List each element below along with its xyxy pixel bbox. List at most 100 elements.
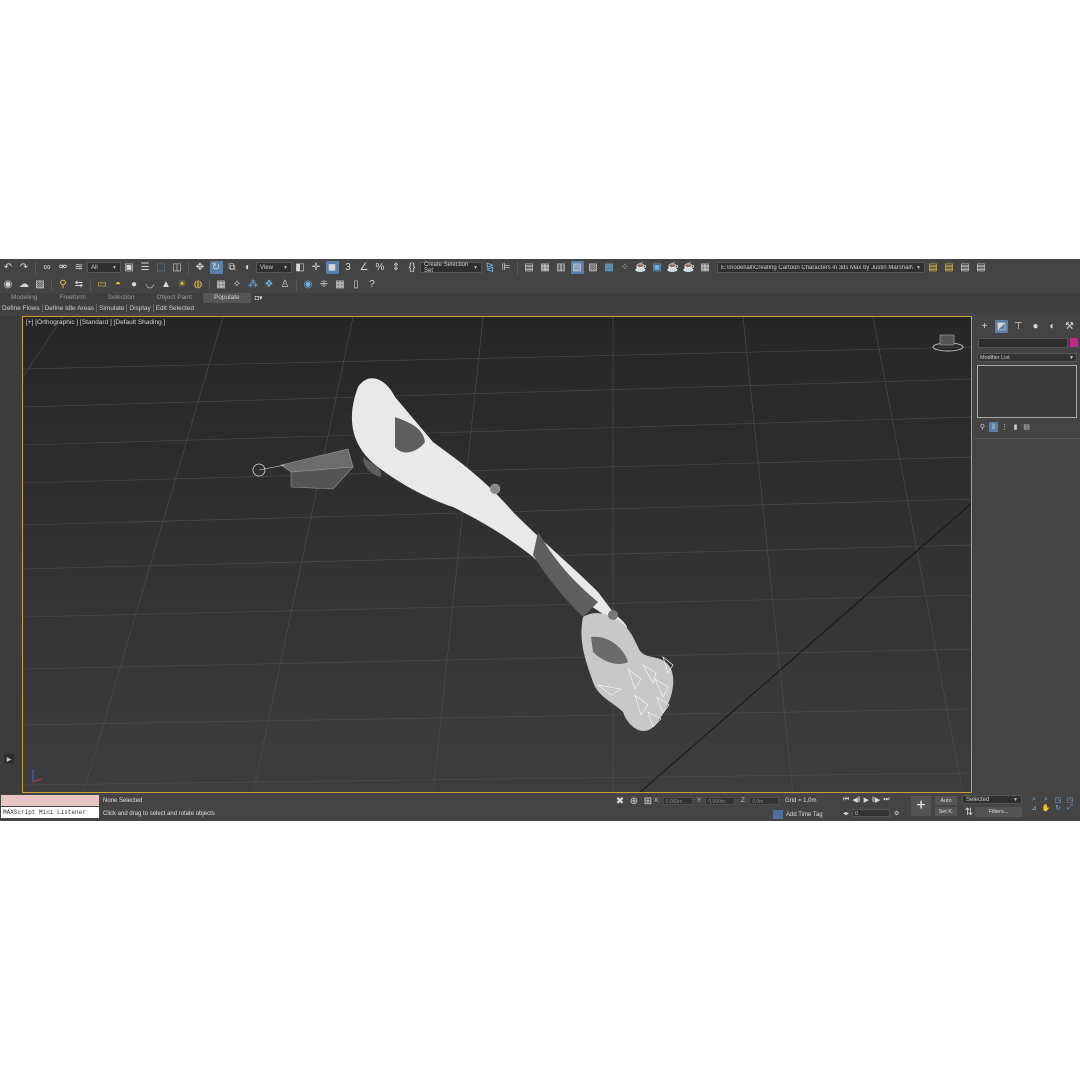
modifier-list-dropdown[interactable]: Modifier List ▼ [977, 353, 1077, 362]
display-tab-icon[interactable]: ◐ [1046, 320, 1059, 333]
window-crossing-icon[interactable]: ◫ [171, 261, 184, 274]
viewport-eye-icon[interactable]: ◉ [2, 278, 15, 291]
layer-explorer-icon[interactable]: ▦ [539, 261, 552, 274]
zoom-all-icon[interactable]: ⌕ [1040, 796, 1052, 804]
open-project-icon[interactable]: ▤ [927, 261, 940, 274]
expand-layout-icon[interactable]: ▶ [4, 754, 14, 764]
dynamics-icon[interactable]: ❖ [263, 278, 276, 291]
layers-icon[interactable]: ▦ [334, 278, 347, 291]
mirror-icon[interactable]: ⧎ [484, 261, 497, 274]
selection-lock-icon[interactable]: ⊕ [628, 795, 641, 808]
environment-icon[interactable]: ◍ [192, 278, 205, 291]
hemisphere-icon[interactable]: ◓ [112, 278, 125, 291]
place-icon[interactable]: ◐ [242, 261, 255, 274]
modify-tab-icon[interactable]: ◩ [995, 320, 1008, 333]
align-icon[interactable]: ⊫ [500, 261, 513, 274]
filters-button[interactable]: Filters... [975, 807, 1022, 817]
select-move-icon[interactable]: ✥ [194, 261, 207, 274]
redo-icon[interactable]: ↷ [18, 261, 31, 274]
scene-explorer-icon[interactable]: ▤ [523, 261, 536, 274]
remove-modifier-icon[interactable]: ▮ [1011, 422, 1020, 432]
unlink-icon[interactable]: ⚮ [57, 261, 70, 274]
field-of-view-icon[interactable]: ⊿ [1028, 804, 1040, 812]
tab-modeling[interactable]: Modeling [0, 293, 48, 303]
configure-sets-icon[interactable]: ▤ [1022, 422, 1031, 432]
key-filters-icon[interactable]: ⇅ [963, 806, 976, 819]
motion-tab-icon[interactable]: ● [1029, 320, 1042, 333]
zoom-extents-icon[interactable]: ◳ [1052, 796, 1064, 804]
utilities-tab-icon[interactable]: ⚒ [1063, 320, 1076, 333]
set-key-button[interactable]: Set K. [935, 807, 957, 816]
toggle-icon[interactable]: ⇆ [73, 278, 86, 291]
set-project-icon[interactable]: ▤ [959, 261, 972, 274]
angle-snap-icon[interactable]: ∠ [358, 261, 371, 274]
help-icon[interactable]: ? [366, 278, 379, 291]
go-to-end-icon[interactable]: ⏭ [883, 796, 889, 804]
object-name-field[interactable] [978, 338, 1068, 348]
particles-icon[interactable]: ⁂ [247, 278, 260, 291]
tab-populate[interactable]: Populate [202, 293, 251, 303]
rect-selection-region-icon[interactable]: ⬚ [155, 261, 168, 274]
orbit-icon[interactable]: ↻ [1052, 804, 1064, 812]
spinner-snap-icon[interactable]: ⇕ [390, 261, 403, 274]
render-production-icon[interactable]: ▣ [651, 261, 664, 274]
color-palette-icon[interactable]: ⁜ [318, 278, 331, 291]
select-scale-icon[interactable]: ⧉ [226, 261, 239, 274]
tab-freeform[interactable]: Freeform [48, 293, 96, 303]
viewcube[interactable] [932, 334, 964, 352]
box-primitive-icon[interactable]: ▭ [96, 278, 109, 291]
key-mode-icon[interactable]: ◂▸ [843, 810, 849, 817]
render-setup-icon[interactable]: ⁘ [619, 261, 632, 274]
add-time-tag[interactable]: Add Time Tag [773, 810, 823, 819]
maximize-viewport-icon[interactable]: ⤢ [1064, 804, 1076, 812]
link-icon[interactable]: ∞ [41, 261, 54, 274]
project-settings-icon[interactable]: ▤ [975, 261, 988, 274]
select-manipulate-icon[interactable]: ✛ [310, 261, 323, 274]
absolute-mode-icon[interactable]: ⊞ [642, 795, 655, 808]
named-selection-set-dropdown[interactable]: Create Selection Set ▼ [420, 262, 482, 274]
create-tab-icon[interactable]: + [978, 320, 991, 333]
container-icon[interactable]: ▯ [350, 278, 363, 291]
pivot-center-icon[interactable]: ◧ [294, 261, 307, 274]
x-field[interactable]: 0,000m [662, 797, 693, 805]
render-cloud-icon[interactable]: ☕ [683, 261, 696, 274]
isolate-selection-icon[interactable]: ✖ [614, 795, 627, 808]
next-frame-icon[interactable]: ‖▶ [872, 796, 880, 804]
subtab-display[interactable]: Display [127, 305, 152, 312]
subtab-define-idle-areas[interactable]: Define Idle Areas [43, 305, 97, 312]
toggle-ribbon-icon[interactable]: ▥ [555, 261, 568, 274]
image-icon[interactable]: ▨ [34, 278, 47, 291]
pin-stack-icon[interactable]: ⚲ [978, 422, 987, 432]
render-shortcut-icon[interactable]: ▦ [699, 261, 712, 274]
helper-icon[interactable]: ✧ [231, 278, 244, 291]
reference-coordinate-dropdown[interactable]: View ▼ [256, 262, 292, 273]
current-frame-field[interactable]: 0 [852, 809, 891, 817]
subtab-define-flows[interactable]: Define Flows [0, 305, 42, 312]
tab-object-paint[interactable]: Object Paint [146, 293, 203, 303]
bowl-icon[interactable]: ◡ [144, 278, 157, 291]
previous-frame-icon[interactable]: ◀‖ [852, 796, 860, 804]
undo-icon[interactable]: ↶ [2, 261, 15, 274]
curve-editor-icon[interactable]: ▧ [570, 261, 584, 274]
cloud-icon[interactable]: ☁ [18, 278, 31, 291]
viewport-label[interactable]: [+] [Orthographic ] [Standard ] [Default… [26, 319, 165, 326]
sphere-render-icon[interactable]: ◉ [302, 278, 315, 291]
orthographic-viewport[interactable]: [+] [Orthographic ] [Standard ] [Default… [22, 316, 972, 793]
y-field[interactable]: 0,000m [705, 797, 736, 805]
project-folder-icon[interactable]: ▤ [943, 261, 956, 274]
maxscript-output[interactable] [1, 795, 99, 806]
go-to-start-icon[interactable]: ⏮ [843, 796, 849, 804]
snaps-toggle-icon[interactable]: 3 [342, 261, 355, 274]
subtab-simulate[interactable]: Simulate [97, 305, 126, 312]
auto-key-button[interactable]: Auto [935, 796, 957, 805]
hierarchy-tab-icon[interactable]: ⊤ [1012, 320, 1025, 333]
character-icon[interactable]: ♙ [279, 278, 292, 291]
sphere-icon[interactable]: ● [128, 278, 141, 291]
percent-snap-icon[interactable]: % [374, 261, 387, 274]
render-frame-window-icon[interactable]: ☕ [635, 261, 648, 274]
sun-light-icon[interactable]: ☀ [176, 278, 189, 291]
grid-icon[interactable]: ▦ [215, 278, 228, 291]
tab-selection[interactable]: Selection [97, 293, 146, 303]
selection-filter-dropdown[interactable]: All ▼ [87, 262, 121, 273]
set-key-icon[interactable]: + [911, 796, 931, 816]
